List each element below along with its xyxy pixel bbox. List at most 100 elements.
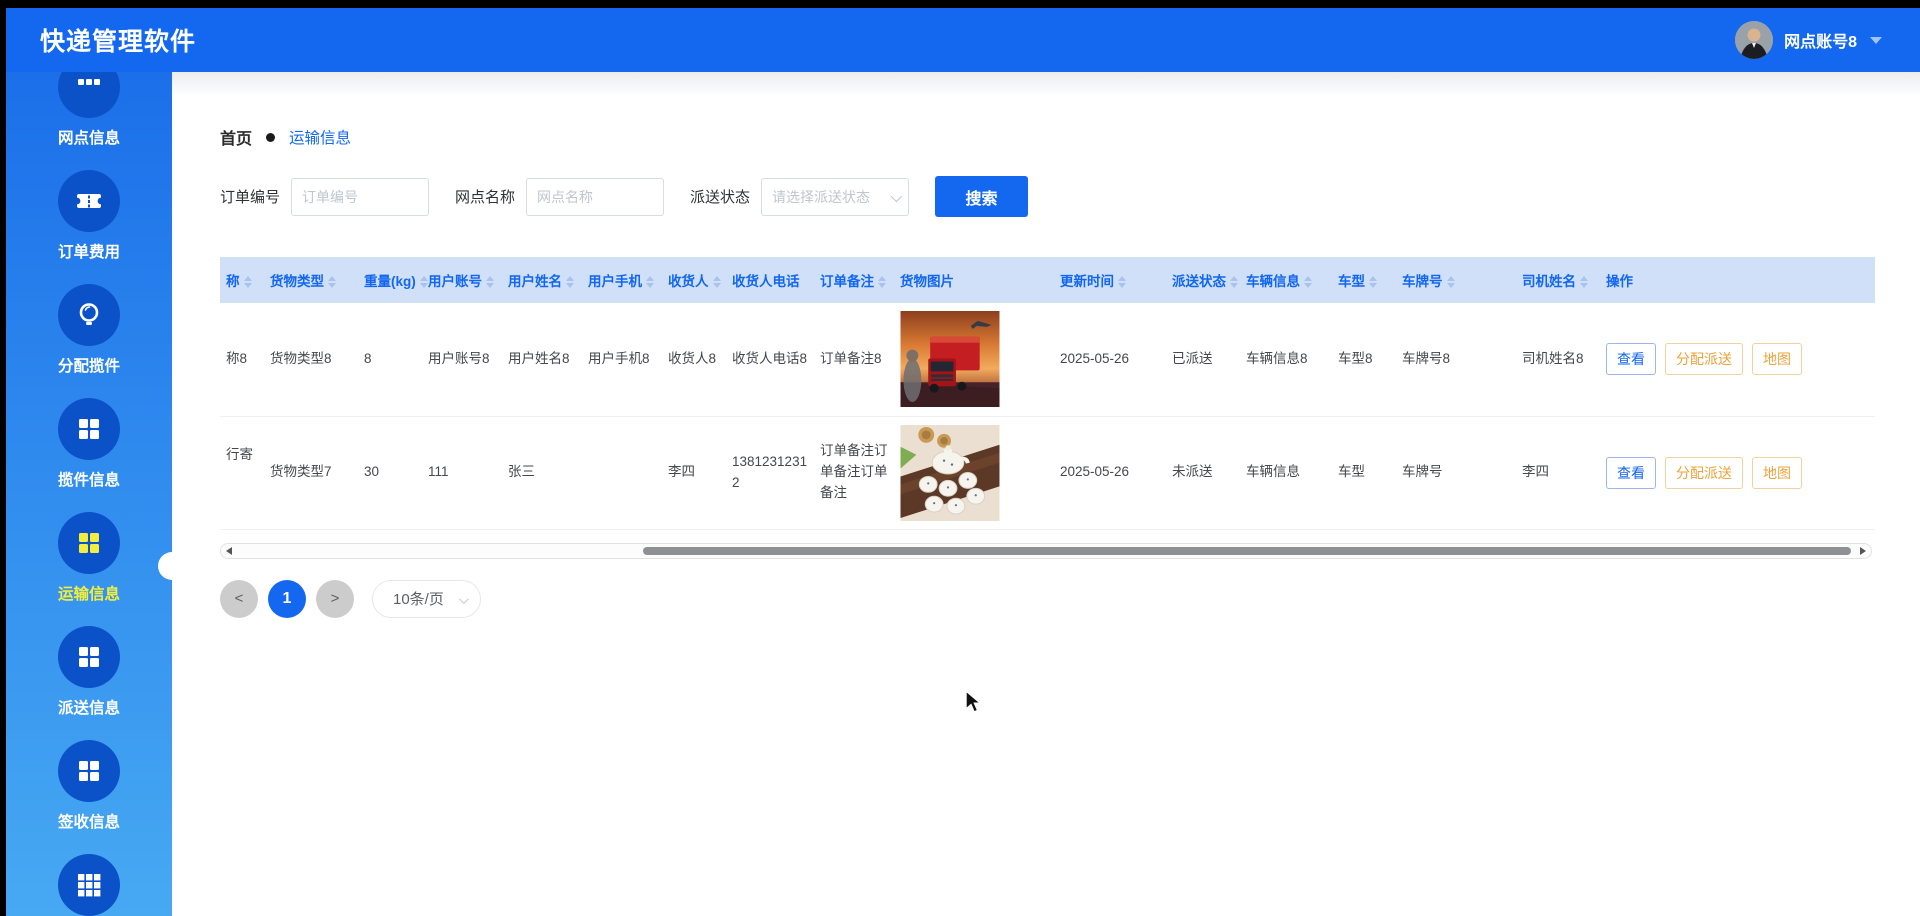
sidebar-item-label: 派送信息 — [58, 696, 120, 718]
view-button[interactable]: 查看 — [1606, 343, 1656, 375]
branch-name-input[interactable] — [526, 178, 664, 216]
col-delivery-status[interactable]: 派送状态 — [1166, 257, 1240, 303]
horizontal-scrollbar[interactable] — [220, 543, 1872, 559]
sort-icon[interactable] — [1304, 276, 1312, 288]
cell-receiver: 收货人8 — [662, 303, 726, 416]
cell-user-name: 张三 — [502, 416, 582, 529]
assign-delivery-button[interactable]: 分配派送 — [1665, 343, 1743, 375]
table-row: 行寄 货物类型7 30 111 张三 李四 13812312312 订单备注订单… — [220, 416, 1875, 529]
sort-icon[interactable] — [646, 276, 654, 288]
cell-delivery-status: 已派送 — [1166, 303, 1240, 416]
delivery-status-select[interactable]: 请选择派送状态 — [761, 178, 909, 216]
chevron-down-icon — [459, 594, 469, 604]
cell-receiver-phone: 13812312312 — [726, 416, 814, 529]
sort-icon[interactable] — [566, 276, 574, 288]
sort-icon[interactable] — [1580, 276, 1588, 288]
sort-icon[interactable] — [1447, 276, 1455, 288]
sidebar-item-delivery-info[interactable]: 派送信息 — [6, 626, 172, 740]
user-avatar[interactable] — [1735, 21, 1773, 59]
cell-actions: 查看 分配派送 地图 — [1600, 303, 1875, 416]
branch-name-label: 网点名称 — [455, 186, 515, 207]
sidebar-item-more[interactable] — [6, 854, 172, 916]
cell-receiver: 李四 — [662, 416, 726, 529]
col-cargo-photo[interactable]: 货物图片 — [894, 257, 1054, 303]
avatar-image — [1735, 21, 1773, 59]
cell-user-phone — [582, 416, 662, 529]
cell-actions: 查看 分配派送 地图 — [1600, 416, 1875, 529]
cell-cargo-photo — [894, 416, 1054, 529]
breadcrumb-home[interactable]: 首页 — [220, 125, 252, 149]
col-order-note[interactable]: 订单备注 — [814, 257, 894, 303]
user-name[interactable]: 网点账号8 — [1784, 28, 1857, 52]
sort-icon[interactable] — [1118, 276, 1126, 288]
top-header: 快递管理软件 网点账号8 — [6, 8, 1920, 72]
next-page-button[interactable]: > — [316, 580, 354, 618]
truck-cargo-photo[interactable] — [900, 311, 1000, 407]
col-user-name[interactable]: 用户姓名 — [502, 257, 582, 303]
scroll-right-arrow-icon[interactable] — [1860, 547, 1866, 555]
map-button[interactable]: 地图 — [1752, 457, 1802, 489]
cell-driver-name: 李四 — [1516, 416, 1600, 529]
col-driver-name[interactable]: 司机姓名 — [1516, 257, 1600, 303]
sidebar-item-branch-info[interactable]: 网点信息 — [6, 72, 172, 170]
user-menu[interactable]: 网点账号8 — [1735, 21, 1882, 59]
col-vehicle-info[interactable]: 车辆信息 — [1240, 257, 1332, 303]
content-top-strip — [172, 72, 1920, 96]
sort-icon[interactable] — [244, 276, 252, 288]
sort-icon[interactable] — [486, 276, 494, 288]
order-no-input[interactable] — [291, 178, 429, 216]
sidebar-item-transport-info[interactable]: 运输信息 — [6, 512, 172, 626]
assign-delivery-button[interactable]: 分配派送 — [1665, 457, 1743, 489]
sort-icon[interactable] — [878, 276, 886, 288]
col-cargo-type[interactable]: 货物类型 — [264, 257, 358, 303]
col-weight[interactable]: 重量(kg) — [358, 257, 422, 303]
cell-vehicle-type: 车型 — [1332, 416, 1396, 529]
col-branch-name[interactable]: 称 — [220, 257, 264, 303]
cell-delivery-status: 未派送 — [1166, 416, 1240, 529]
col-update-time[interactable]: 更新时间 — [1054, 257, 1166, 303]
col-user-phone[interactable]: 用户手机 — [582, 257, 662, 303]
sort-icon[interactable] — [328, 276, 336, 288]
col-user-account[interactable]: 用户账号 — [422, 257, 502, 303]
sort-icon[interactable] — [420, 276, 428, 288]
shop-icon — [58, 72, 120, 118]
sidebar-item-label: 运输信息 — [58, 582, 120, 604]
cell-vehicle-info: 车辆信息8 — [1240, 303, 1332, 416]
scroll-left-arrow-icon[interactable] — [226, 547, 232, 555]
transport-table: 称 货物类型 重量(kg) 用户账号 用户姓名 用户手机 收货人 收货人电话 订… — [220, 257, 1875, 530]
grid-icon — [58, 512, 120, 574]
page-size-select[interactable]: 10条/页 — [372, 580, 481, 618]
cell-plate-no: 车牌号8 — [1396, 303, 1516, 416]
sort-icon[interactable] — [1369, 276, 1377, 288]
sort-icon[interactable] — [1230, 276, 1238, 288]
chevron-down-icon — [891, 190, 902, 201]
sidebar-item-order-fee[interactable]: 订单费用 — [6, 170, 172, 284]
chevron-down-icon[interactable] — [1870, 37, 1882, 44]
sidebar-item-pickup-info[interactable]: 揽件信息 — [6, 398, 172, 512]
sidebar-nav: 网点信息 订单费用 — [6, 72, 172, 916]
cell-vehicle-info: 车辆信息 — [1240, 416, 1332, 529]
grid-icon — [58, 626, 120, 688]
view-button[interactable]: 查看 — [1606, 457, 1656, 489]
sidebar-item-assign-pickup[interactable]: 分配揽件 — [6, 284, 172, 398]
prev-page-button[interactable]: < — [220, 580, 258, 618]
col-receiver-phone[interactable]: 收货人电话 — [726, 257, 814, 303]
cell-branch-name: 称8 — [220, 303, 264, 416]
select-placeholder: 请选择派送状态 — [772, 187, 870, 207]
grid-icon — [58, 740, 120, 802]
breadcrumb-current[interactable]: 运输信息 — [289, 126, 351, 148]
teaset-cargo-photo[interactable] — [900, 425, 1000, 521]
col-receiver[interactable]: 收货人 — [662, 257, 726, 303]
grid9-icon — [58, 854, 120, 916]
app-title: 快递管理软件 — [40, 22, 196, 58]
col-vehicle-type[interactable]: 车型 — [1332, 257, 1396, 303]
scrollbar-thumb[interactable] — [643, 547, 1851, 555]
current-page-button[interactable]: 1 — [268, 580, 306, 618]
ticket-icon — [58, 170, 120, 232]
sidebar-item-signoff-info[interactable]: 签收信息 — [6, 740, 172, 854]
sort-icon[interactable] — [713, 276, 721, 288]
search-button[interactable]: 搜索 — [935, 176, 1028, 217]
map-button[interactable]: 地图 — [1752, 343, 1802, 375]
col-plate-no[interactable]: 车牌号 — [1396, 257, 1516, 303]
order-no-field-group: 订单编号 — [220, 178, 429, 216]
